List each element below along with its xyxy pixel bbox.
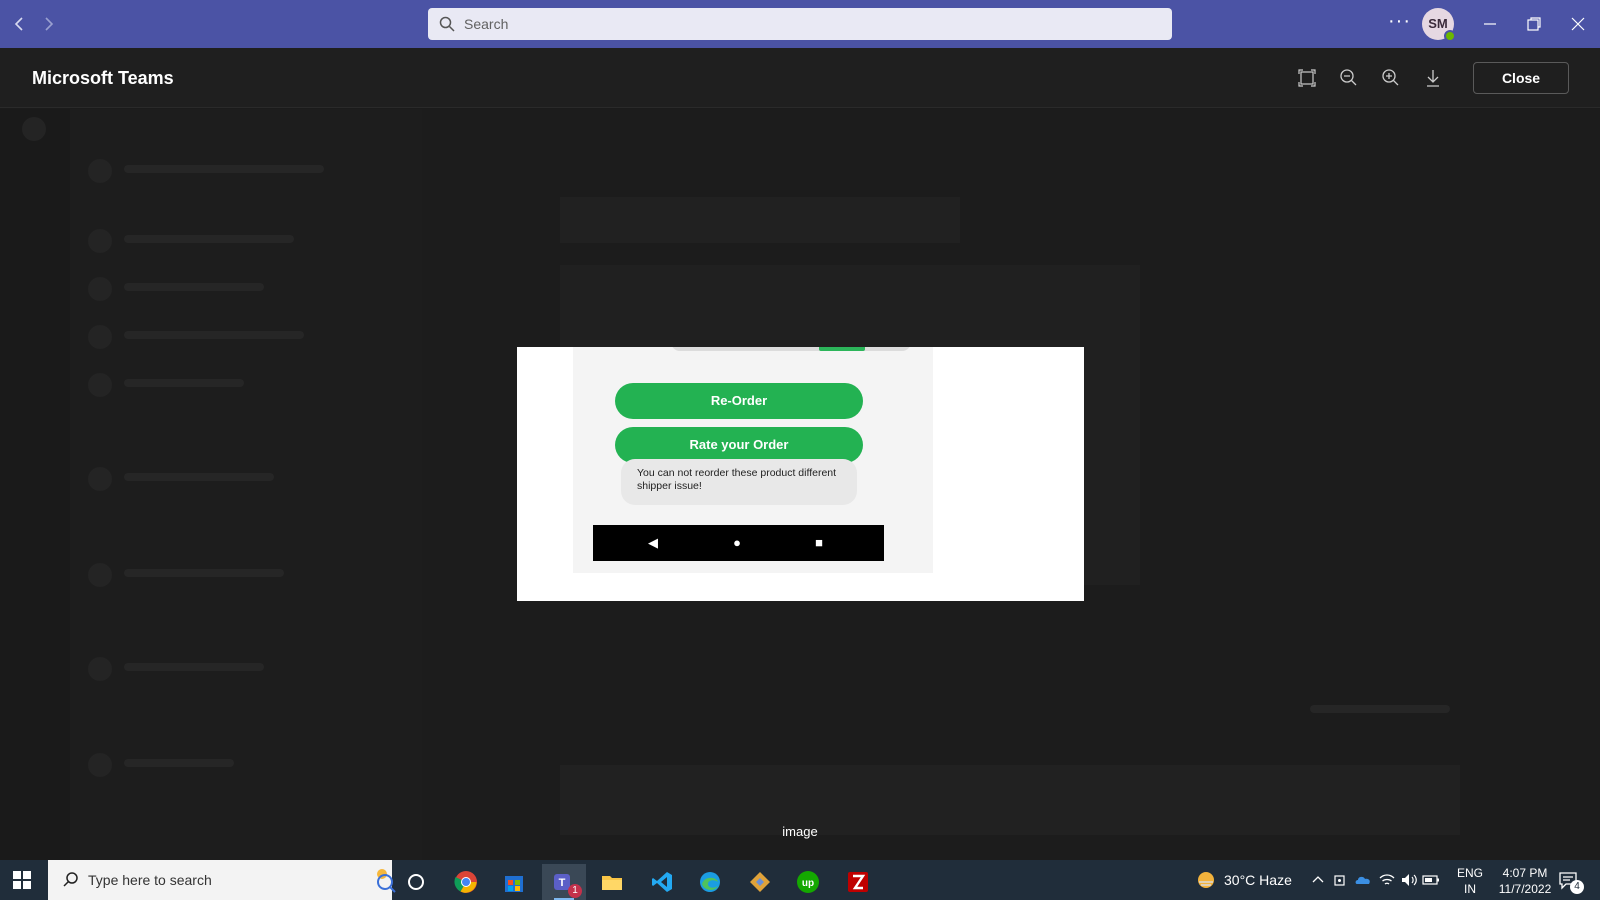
search-icon [63,872,78,887]
cropped-bar [671,347,911,351]
forward-icon[interactable] [36,12,60,36]
phone-screenshot: Re-Order Rate your Order You can not reo… [573,347,933,573]
reorder-button: Re-Order [615,383,863,419]
git-client-logo [750,872,770,892]
chat-avatar [88,159,112,183]
teams-badge: 1 [568,884,582,898]
network-icon[interactable] [1378,872,1396,888]
close-button[interactable]: Close [1473,62,1569,94]
filezilla-logo [848,872,868,892]
store-icon[interactable] [492,864,536,900]
android-back-icon: ◀ [648,535,658,550]
chat-preview [124,165,324,173]
upwork-logo: up [797,871,819,893]
chat-preview [124,473,274,481]
close-window-icon[interactable] [1566,12,1590,36]
chat-preview [124,379,244,387]
chat-preview [124,569,284,577]
back-icon[interactable] [8,12,32,36]
chat-avatar [88,229,112,253]
chat-avatar [88,563,112,587]
vscode-icon[interactable] [640,864,684,900]
weather-text[interactable]: 30°C Haze [1224,872,1292,900]
folder-logo [602,876,622,890]
chat-preview [124,663,264,671]
chat-preview [124,331,304,339]
avatar[interactable]: SM [1422,8,1456,42]
edge-icon[interactable] [688,864,732,900]
more-options-icon[interactable]: ··· [1388,10,1411,33]
zoom-out-icon[interactable] [1337,66,1361,90]
teams-icon[interactable]: T 1 [542,864,586,900]
edge-logo [700,872,720,892]
android-recents-icon: ■ [815,535,823,550]
cropped-price-row [573,347,933,353]
volume-icon[interactable] [1400,872,1418,888]
title-bar: Search ··· SM [0,0,1600,48]
language-bottom[interactable]: IN [1454,882,1486,896]
svg-text:up: up [802,878,814,889]
message-text [1310,705,1450,713]
clock-time[interactable]: 4:07 PM [1488,866,1562,880]
app-rail [0,109,70,860]
toast-message: You can not reorder these product differ… [621,459,857,505]
chat-avatar [88,467,112,491]
taskbar-search-input[interactable]: Type here to search [48,860,396,900]
onedrive-icon[interactable] [1354,872,1372,888]
chrome-icon[interactable] [444,864,488,900]
image-viewer-header: Microsoft Teams Close [0,48,1600,108]
vscode-logo [652,872,672,892]
chat-list [70,109,422,860]
message-bubble [560,197,960,243]
chat-avatar [88,325,112,349]
cortana-ring [408,874,424,890]
upwork-icon[interactable]: up [786,864,830,900]
android-home-icon: ● [733,535,741,550]
search-highlight-icon [377,869,396,893]
presence-available-icon [1444,30,1456,42]
search-icon [439,16,455,32]
weather-icon[interactable] [1196,870,1216,890]
rail-icon [22,117,46,141]
search-placeholder: Search [464,16,509,32]
store-logo [505,876,523,892]
fit-screen-icon[interactable] [1295,66,1319,90]
filezilla-icon[interactable] [836,864,880,900]
notification-count-badge: 4 [1570,880,1584,894]
minimize-icon[interactable] [1478,12,1502,36]
avatar-initials: SM [1428,16,1448,31]
meet-now-icon[interactable] [1332,872,1348,888]
zoom-in-icon[interactable] [1379,66,1403,90]
battery-icon[interactable] [1422,872,1440,888]
chat-preview [124,759,234,767]
taskbar: Type here to search T 1 up 30°C Haze ENG… [0,860,1600,900]
compose-box [560,765,1460,835]
chat-avatar [88,277,112,301]
restore-icon[interactable] [1522,12,1546,36]
svg-text:T: T [559,877,566,889]
chat-avatar [88,753,112,777]
chrome-logo [454,871,477,893]
cortana-icon[interactable] [394,864,438,900]
search-input[interactable]: Search [428,8,1172,40]
chevron-up-icon[interactable] [1310,872,1326,888]
image-caption: image [782,824,818,839]
download-icon[interactable] [1421,66,1445,90]
viewer-title: Microsoft Teams [32,68,174,88]
clock-date[interactable]: 11/7/2022 [1488,882,1562,896]
taskbar-search-placeholder: Type here to search [88,872,212,888]
cropped-price [819,347,865,351]
chat-preview [124,283,264,291]
chat-avatar [88,657,112,681]
git-client-icon[interactable] [738,864,782,900]
chat-preview [124,235,294,243]
rate-order-button: Rate your Order [615,427,863,463]
file-explorer-icon[interactable] [590,864,634,900]
image-preview: Re-Order Rate your Order You can not reo… [517,347,1084,601]
chat-avatar [88,373,112,397]
windows-start-icon[interactable] [12,870,32,890]
language-top[interactable]: ENG [1454,866,1486,880]
android-nav-bar: ◀ ● ■ [593,525,884,561]
